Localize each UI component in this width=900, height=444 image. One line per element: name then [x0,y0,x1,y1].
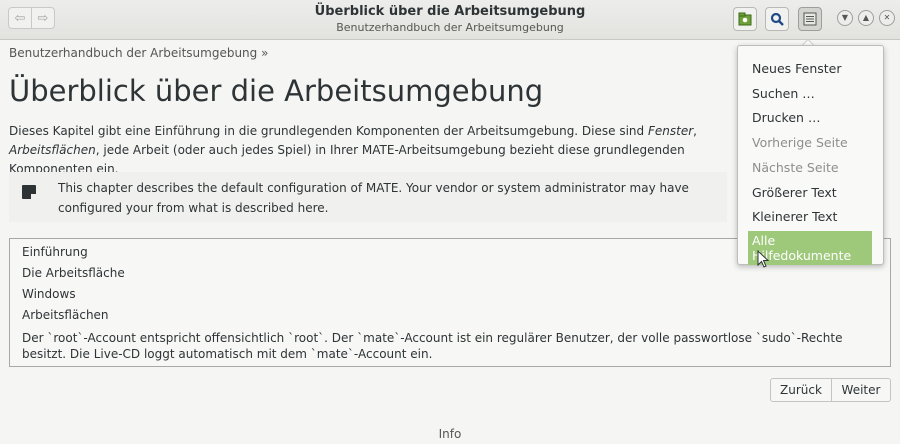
intro-paragraph: Dieses Kapitel gibt eine Einführung in d… [9,122,729,179]
page-title: Überblick über die Arbeitsumgebung [9,74,544,108]
title-bar: ⇦ ⇨ Überblick über die Arbeitsumgebung B… [0,0,900,40]
note-box: This chapter describes the default confi… [9,172,727,222]
info-link[interactable]: Info [0,427,900,441]
topic-description: Der `root`-Account entspricht offensicht… [22,331,843,361]
maximize-icon: ▲ [862,13,870,22]
minimize-button[interactable]: ▼ [837,10,853,26]
topic-link-einfuehrung[interactable]: Einführung [22,245,88,259]
mouse-pointer-icon [757,250,769,268]
intro-text: Dieses Kapitel gibt eine Einführung in d… [9,124,648,138]
menu-item-search[interactable]: Suchen … [748,84,819,103]
intro-separator: , [693,124,697,138]
next-button[interactable]: Weiter [831,378,891,402]
search-button[interactable] [765,7,789,31]
menu-item-larger-text[interactable]: Größerer Text [748,183,841,202]
menu-item-new-window[interactable]: Neues Fenster [748,59,846,78]
menu-item-smaller-text[interactable]: Kleinerer Text [748,207,841,226]
close-button[interactable]: ✕ [879,10,895,26]
search-icon [770,12,784,26]
menu-item-next-page[interactable]: Nächste Seite [748,158,843,177]
note-icon [22,185,36,199]
maximize-button[interactable]: ▲ [858,10,874,26]
topic-link-windows[interactable]: Windows [22,287,76,301]
hamburger-menu-icon [803,12,817,26]
intro-emphasis-workspaces: Arbeitsflächen [9,143,96,157]
minimize-icon: ▼ [841,13,849,22]
topic-link-arbeitsflaeche[interactable]: Die Arbeitsfläche [22,266,125,280]
app-menu: Neues Fenster Suchen … Drucken … Vorheri… [737,45,884,265]
menu-button[interactable] [798,7,822,31]
close-icon: ✕ [883,13,891,22]
topic-link-arbeitsflaechen[interactable]: Arbeitsflächen [22,308,109,322]
note-text: This chapter describes the default confi… [58,181,689,215]
breadcrumb[interactable]: Benutzerhandbuch der Arbeitsumgebung » [9,46,268,60]
intro-emphasis-windows: Fenster [647,124,694,138]
previous-button[interactable]: Zurück [770,378,832,402]
bookmark-button[interactable] [733,7,757,31]
menu-item-print[interactable]: Drucken … [748,108,824,127]
bookmark-icon [738,12,752,26]
menu-item-previous-page[interactable]: Vorherige Seite [748,133,852,152]
